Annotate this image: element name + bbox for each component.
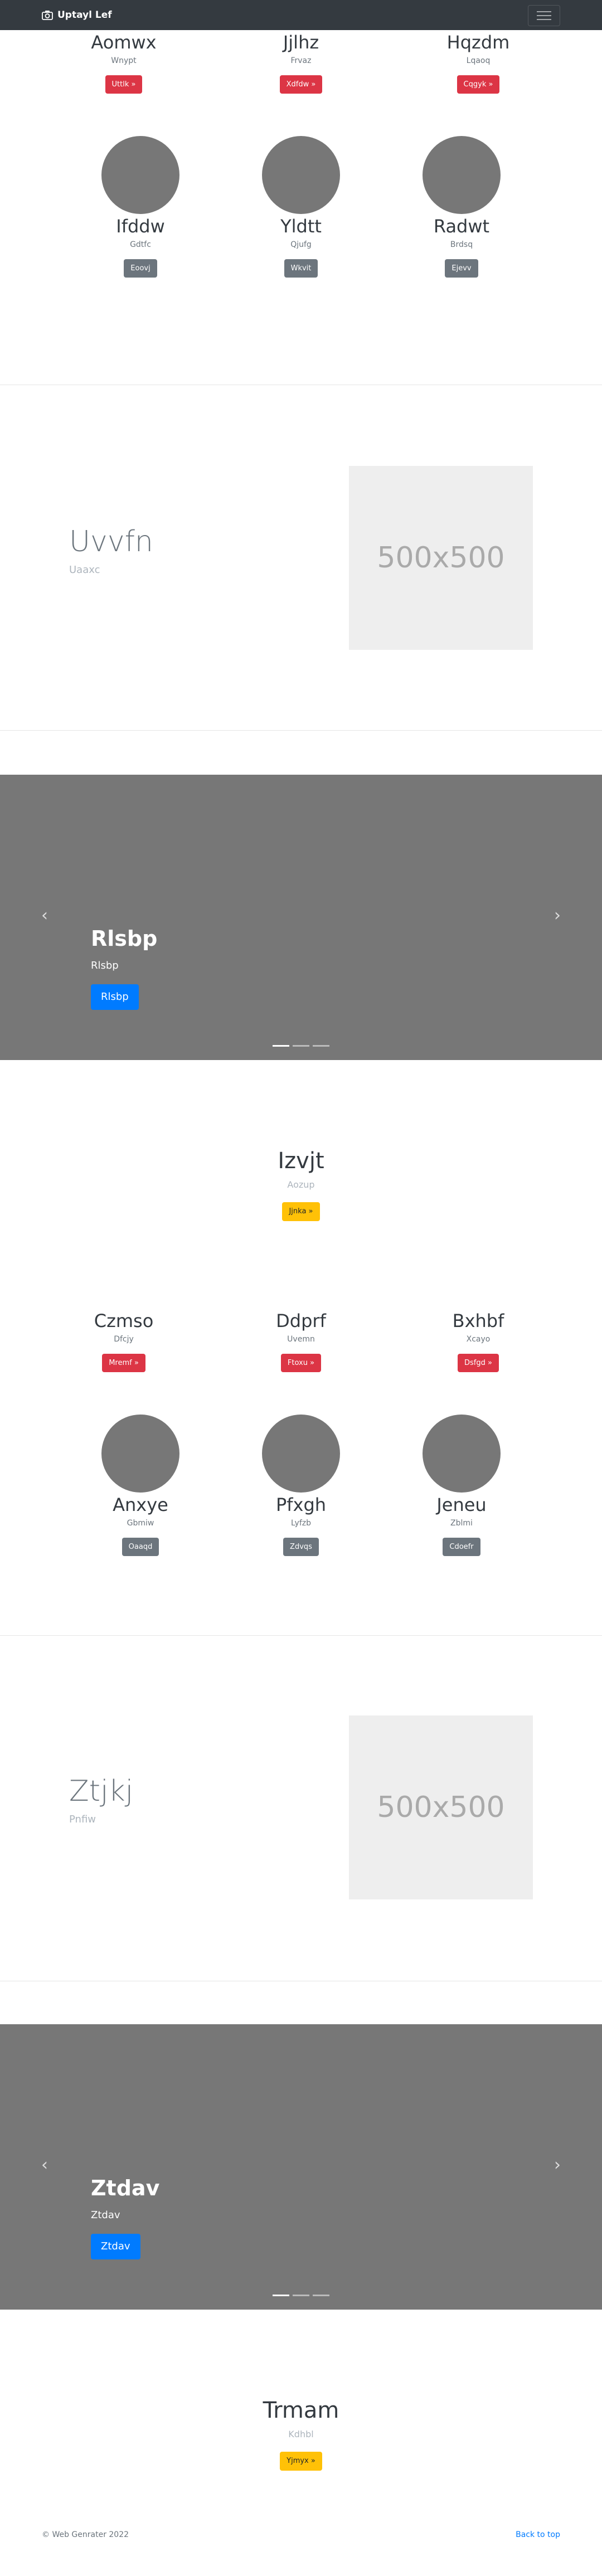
profile-button[interactable]: Zdvqs	[283, 1537, 319, 1557]
profile-card: Radwt Brdsq Ejevv	[372, 136, 551, 278]
profile-subtitle: Lyfzb	[291, 1518, 311, 1528]
indicator[interactable]	[313, 1045, 329, 1047]
carousel-indicators	[0, 1045, 602, 1047]
carousel-subtitle: Ztdav	[91, 2209, 120, 2221]
indicator[interactable]	[273, 2295, 289, 2296]
avatar-placeholder	[262, 136, 340, 214]
profile-name: Ifddw	[116, 216, 165, 237]
avatar-placeholder	[101, 1415, 179, 1493]
section-heading: Trmam Kdhbl Yjmyx »	[0, 2398, 602, 2471]
heading-title: Izvjt	[278, 1148, 324, 1174]
profile-button[interactable]: Oaaqd	[122, 1537, 159, 1557]
card-button[interactable]: Dsfgd »	[458, 1353, 499, 1373]
card: Czmso Dfcjy Mremf »	[35, 1310, 213, 1373]
carousel-title: Ztdav	[91, 2176, 160, 2200]
avatar-placeholder	[423, 136, 501, 214]
navbar: Uptayl Lef	[0, 0, 602, 30]
carousel-title: Rlsbp	[91, 926, 158, 951]
image-placeholder: 500x500	[349, 466, 533, 650]
card-button[interactable]: Mremf »	[102, 1353, 145, 1373]
heading-subtitle: Aozup	[287, 1179, 315, 1190]
card: Jjlhz Frvaz Xdfdw »	[212, 32, 390, 94]
indicator[interactable]	[293, 2295, 309, 2296]
avatar-placeholder	[423, 1415, 501, 1493]
card-title: Aomwx	[91, 32, 157, 53]
carousel: ‹ › Rlsbp Rlsbp Rlsbp	[0, 775, 602, 1060]
brand[interactable]: Uptayl Lef	[42, 9, 112, 21]
card-title: Ddprf	[276, 1310, 326, 1331]
card-button[interactable]: Xdfdw »	[279, 75, 323, 94]
menu-toggle-button[interactable]	[528, 5, 560, 26]
indicator[interactable]	[313, 2295, 329, 2296]
profile-name: Yldtt	[280, 216, 322, 237]
avatar-placeholder	[101, 136, 179, 214]
card-title: Bxhbf	[452, 1310, 504, 1331]
avatar-placeholder	[262, 1415, 340, 1493]
profile-name: Jeneu	[436, 1494, 487, 1515]
section-divider	[0, 730, 602, 731]
heading-button[interactable]: Jjnka »	[282, 1202, 320, 1221]
feature-title: Uvvfn	[69, 525, 153, 558]
feature-title: Ztjkj	[69, 1775, 134, 1808]
card-subtitle: Dfcjy	[114, 1334, 134, 1344]
carousel-button[interactable]: Ztdav	[91, 2234, 140, 2259]
profile-button[interactable]: Ejevv	[445, 259, 478, 278]
card-button[interactable]: Uttlk »	[105, 75, 143, 94]
carousel-next-icon[interactable]: ›	[552, 2157, 563, 2174]
profile-subtitle: Brdsq	[450, 240, 473, 249]
card-title: Czmso	[94, 1310, 154, 1331]
copyright-text: © Web Genrater 2022	[42, 2530, 129, 2539]
profile-button[interactable]: Eoovj	[124, 259, 157, 278]
indicator[interactable]	[293, 1045, 309, 1047]
carousel-next-icon[interactable]: ›	[552, 907, 563, 924]
card-title: Jjlhz	[283, 32, 319, 53]
card: Hqzdm Lqaoq Cqgyk »	[389, 32, 567, 94]
hamburger-icon	[537, 11, 551, 12]
profile-card: Ifddw Gdtfc Eoovj	[51, 136, 230, 278]
card-subtitle: Frvaz	[290, 56, 312, 65]
heading-button[interactable]: Yjmyx »	[280, 2452, 322, 2471]
profile-card: Jeneu Zblmi Cdoefr	[372, 1415, 551, 1557]
back-to-top-link[interactable]: Back to top	[516, 2530, 560, 2539]
profile-button[interactable]: Cdoefr	[443, 1537, 480, 1557]
section-heading: Izvjt Aozup Jjnka »	[0, 1148, 602, 1221]
card-title: Hqzdm	[446, 32, 510, 53]
carousel: ‹ › Ztdav Ztdav Ztdav	[0, 2024, 602, 2310]
card: Ddprf Uvemn Ftoxu »	[212, 1310, 390, 1373]
card-subtitle: Xcayo	[466, 1334, 491, 1344]
card-button[interactable]: Cqgyk »	[457, 75, 500, 94]
carousel-subtitle: Rlsbp	[91, 960, 119, 971]
card: Aomwx Wnypt Uttlk »	[35, 32, 213, 94]
profile-name: Anxye	[113, 1494, 168, 1515]
carousel-button[interactable]: Rlsbp	[91, 984, 139, 1010]
carousel-prev-icon[interactable]: ‹	[39, 907, 50, 924]
feature-subtitle: Uaaxc	[69, 564, 100, 576]
carousel-indicators	[0, 2295, 602, 2296]
card-button[interactable]: Ftoxu »	[280, 1353, 322, 1373]
card-subtitle: Uvemn	[287, 1334, 315, 1344]
section-divider	[0, 1635, 602, 1636]
image-placeholder: 500x500	[349, 1715, 533, 1899]
brand-name[interactable]: Uptayl Lef	[57, 9, 112, 21]
camera-icon	[42, 11, 53, 20]
profile-subtitle: Gdtfc	[130, 240, 151, 249]
card-subtitle: Lqaoq	[466, 56, 491, 65]
heading-subtitle: Kdhbl	[288, 2429, 314, 2439]
profile-subtitle: Qjufg	[290, 240, 312, 249]
profile-card: Pfxgh Lyfzb Zdvqs	[212, 1415, 390, 1557]
card-subtitle: Wnypt	[111, 56, 137, 65]
heading-title: Trmam	[263, 2398, 339, 2423]
profile-subtitle: Zblmi	[450, 1518, 473, 1528]
profile-subtitle: Gbmiw	[127, 1518, 154, 1528]
profile-card: Anxye Gbmiw Oaaqd	[51, 1415, 230, 1557]
card: Bxhbf Xcayo Dsfgd »	[389, 1310, 567, 1373]
carousel-prev-icon[interactable]: ‹	[39, 2157, 50, 2174]
profile-card: Yldtt Qjufg Wkvit	[212, 136, 390, 278]
profile-button[interactable]: Wkvit	[284, 259, 318, 278]
profile-name: Pfxgh	[275, 1494, 327, 1515]
indicator[interactable]	[273, 1045, 289, 1047]
profile-name: Radwt	[433, 216, 490, 237]
feature-subtitle: Pnfiw	[69, 1814, 96, 1825]
